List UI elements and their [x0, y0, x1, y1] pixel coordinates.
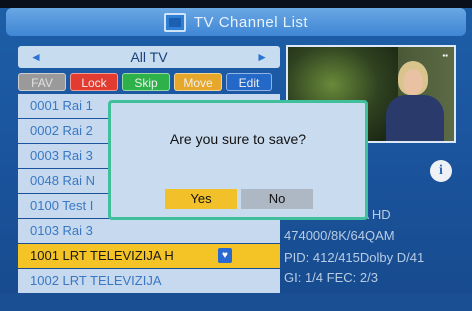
edit-button[interactable]: Edit	[226, 73, 272, 91]
title-bar: TV Channel List	[6, 8, 466, 36]
group-selector[interactable]: ◄ All TV ►	[18, 46, 280, 68]
left-arrow-icon[interactable]: ◄	[30, 50, 42, 64]
bottom-bar	[0, 293, 472, 311]
move-button[interactable]: Move	[174, 73, 222, 91]
gi-fec-info: GI: 1/4 FEC: 2/3	[284, 270, 378, 285]
function-button-row: FAV Lock Skip Move Edit	[18, 73, 280, 91]
right-arrow-icon[interactable]: ►	[256, 50, 268, 64]
heart-icon: ♥	[218, 248, 232, 263]
yes-button[interactable]: Yes	[165, 189, 237, 209]
save-confirm-dialog: Are you sure to save? Yes No	[108, 100, 368, 220]
lock-button[interactable]: Lock	[70, 73, 118, 91]
tv-icon	[163, 12, 186, 32]
channel-label: 1001 LRT TELEVIZIJA H	[30, 248, 174, 263]
screen: TV Channel List ◄ All TV ► FAV Lock Skip…	[0, 0, 472, 311]
preview-presenter	[386, 61, 444, 141]
frequency-info: 474000/8K/64QAM	[284, 228, 395, 243]
group-label: All TV	[130, 49, 168, 65]
channel-item[interactable]: 0103 Rai 3	[18, 219, 280, 243]
pid-info: PID: 412/415Dolby D/41	[284, 250, 425, 265]
info-icon[interactable]: i	[430, 160, 452, 182]
skip-button[interactable]: Skip	[122, 73, 170, 91]
channel-item[interactable]: 1002 LRT TELEVIZIJA	[18, 269, 280, 293]
dialog-message: Are you sure to save?	[169, 131, 307, 147]
frame-top	[0, 0, 472, 8]
no-button[interactable]: No	[241, 189, 313, 209]
channel-item-selected[interactable]: 1001 LRT TELEVIZIJA H ♥	[18, 244, 280, 268]
fav-button[interactable]: FAV	[18, 73, 66, 91]
channel-logo-icon: ▪▪	[442, 51, 448, 60]
window-title: TV Channel List	[193, 13, 309, 31]
